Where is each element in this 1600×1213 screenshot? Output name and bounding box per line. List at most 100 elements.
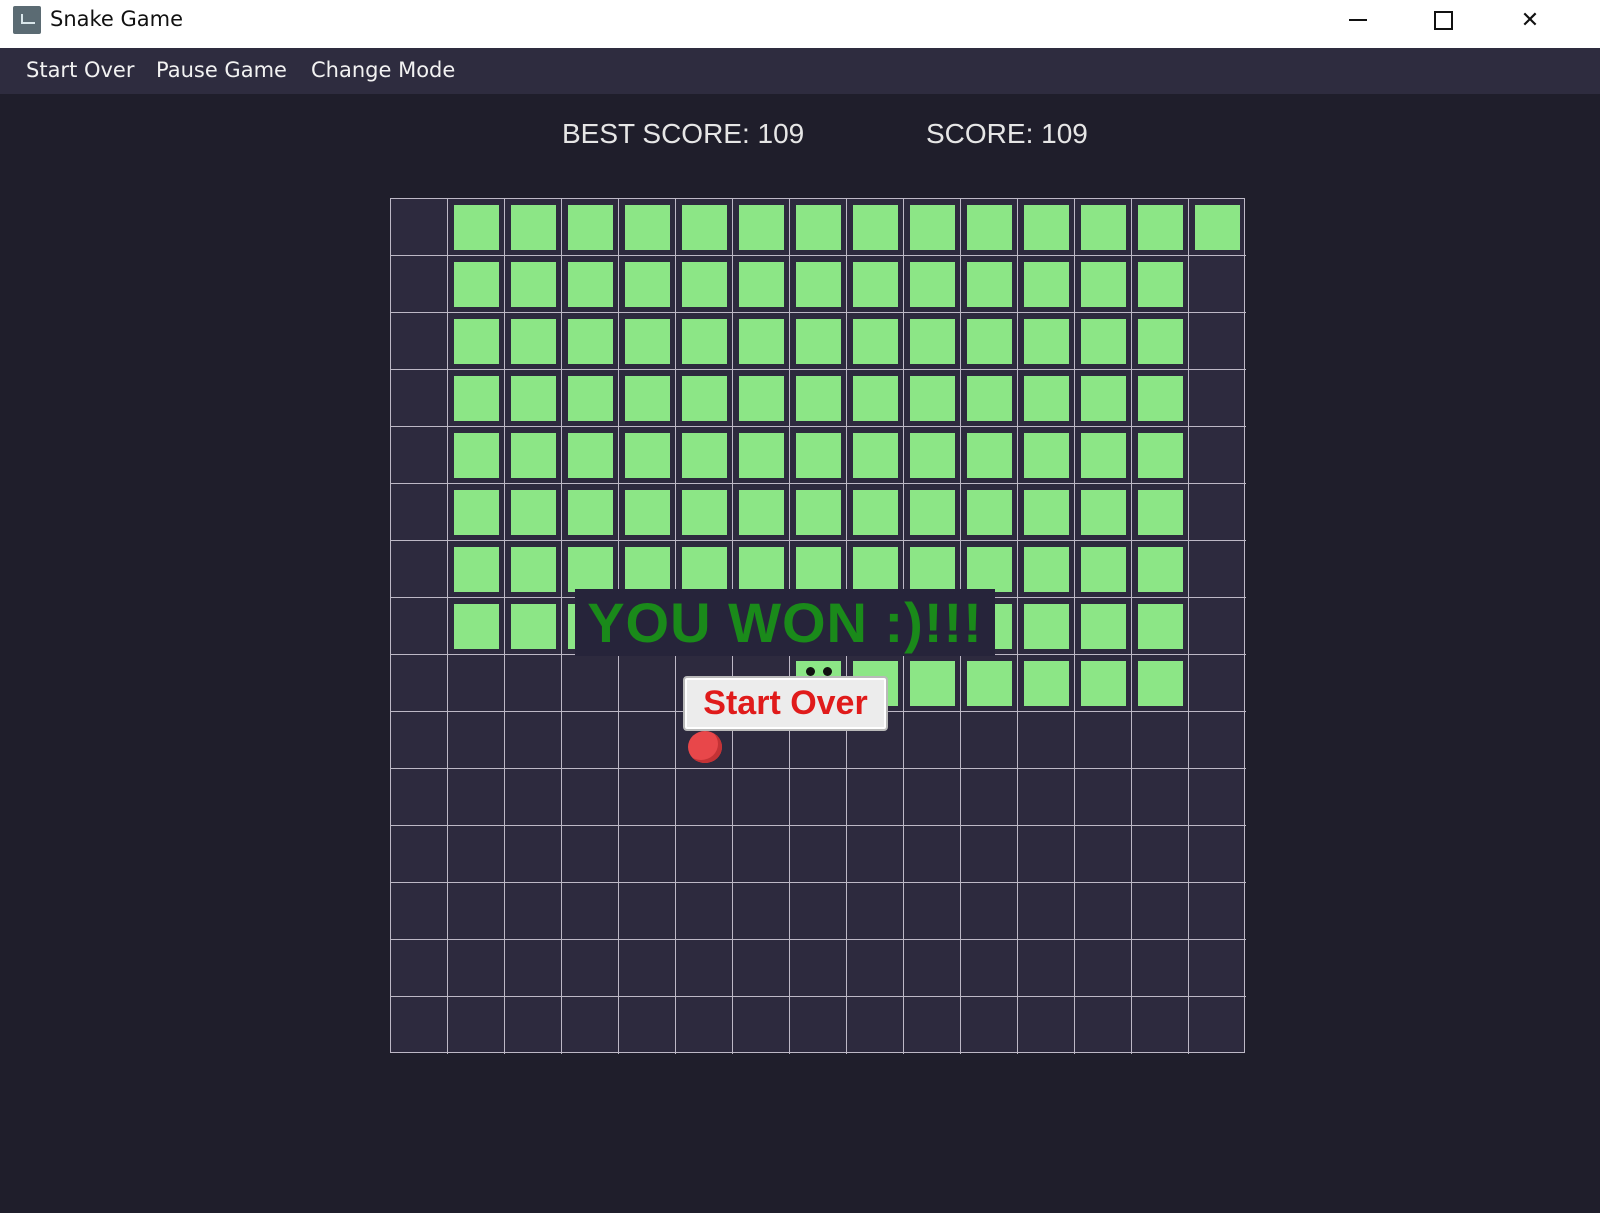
board-cell (733, 997, 790, 1054)
board-cell (904, 826, 961, 883)
board-cell (448, 484, 505, 541)
board-cell (961, 370, 1018, 427)
snake-segment (796, 376, 841, 421)
board-cell (448, 199, 505, 256)
board-cell (961, 712, 1018, 769)
snake-segment (796, 205, 841, 250)
board-cell (1018, 541, 1075, 598)
snake-segment (853, 262, 898, 307)
board-cell (961, 313, 1018, 370)
board-cell (619, 883, 676, 940)
snake-segment (568, 319, 613, 364)
board-cell (562, 826, 619, 883)
board-cell (1018, 199, 1075, 256)
board-cell (448, 370, 505, 427)
board-cell (448, 883, 505, 940)
board-cell (1132, 712, 1189, 769)
snake-segment (568, 205, 613, 250)
board-cell (1132, 370, 1189, 427)
snake-segment (910, 433, 955, 478)
board-cell (733, 256, 790, 313)
snake-segment (511, 490, 556, 535)
snake-segment (682, 490, 727, 535)
board-cell (391, 883, 448, 940)
menu-change-mode[interactable]: Change Mode (311, 58, 455, 82)
board-cell (1132, 256, 1189, 313)
board-cell (1189, 940, 1246, 997)
menu-pause-game[interactable]: Pause Game (156, 58, 287, 82)
snake-segment (910, 490, 955, 535)
board-cell (847, 370, 904, 427)
board-cell (448, 256, 505, 313)
snake-segment (739, 262, 784, 307)
board-cell (790, 997, 847, 1054)
snake-segment (910, 661, 955, 706)
snake-segment (1024, 547, 1069, 592)
board-cell (1018, 826, 1075, 883)
board-cell (391, 598, 448, 655)
board-cell (961, 940, 1018, 997)
snake-segment (511, 376, 556, 421)
snake-segment (682, 319, 727, 364)
board-cell (505, 541, 562, 598)
board-cell (448, 427, 505, 484)
maximize-icon (1433, 10, 1453, 30)
snake-segment (853, 376, 898, 421)
snake-segment (454, 433, 499, 478)
board-cell (1075, 712, 1132, 769)
board-cell (847, 484, 904, 541)
board-cell (391, 484, 448, 541)
snake-segment (1138, 319, 1183, 364)
start-over-button[interactable]: Start Over (683, 676, 888, 731)
board-cell (961, 826, 1018, 883)
board-cell (1075, 769, 1132, 826)
snake-segment (967, 319, 1012, 364)
snake-segment (682, 376, 727, 421)
board-cell (904, 712, 961, 769)
board-cell (1132, 997, 1189, 1054)
snake-segment (625, 205, 670, 250)
board-cell (961, 199, 1018, 256)
snake-segment (853, 205, 898, 250)
title-bar: Snake Game ✕ (0, 0, 1600, 48)
board-cell (1075, 199, 1132, 256)
snake-segment (625, 547, 670, 592)
board-cell (505, 940, 562, 997)
board-cell (676, 427, 733, 484)
board-cell (733, 199, 790, 256)
snake-segment (1138, 262, 1183, 307)
board-cell (505, 655, 562, 712)
minimize-button[interactable] (1328, 0, 1388, 40)
board-cell (847, 769, 904, 826)
board-cell (676, 997, 733, 1054)
menu-bar: Start Over Pause Game Change Mode (0, 48, 1600, 94)
board-cell (562, 484, 619, 541)
board-cell (733, 484, 790, 541)
snake-segment (739, 319, 784, 364)
menu-start-over[interactable]: Start Over (26, 58, 135, 82)
snake-segment (1138, 490, 1183, 535)
board-cell (391, 826, 448, 883)
board-cell (1132, 769, 1189, 826)
snake-segment (682, 547, 727, 592)
board-cell (562, 769, 619, 826)
maximize-button[interactable] (1413, 0, 1473, 40)
board-cell (1189, 655, 1246, 712)
board-cell (1018, 598, 1075, 655)
board-cell (562, 256, 619, 313)
close-button[interactable]: ✕ (1500, 0, 1560, 40)
snake-segment (682, 262, 727, 307)
board-cell (676, 940, 733, 997)
board-cell (505, 370, 562, 427)
board-cell (904, 313, 961, 370)
board-cell (1018, 313, 1075, 370)
board-cell (619, 997, 676, 1054)
snake-segment (511, 319, 556, 364)
board-cell (1132, 826, 1189, 883)
snake-segment (625, 376, 670, 421)
snake-segment (796, 490, 841, 535)
board-cell (790, 484, 847, 541)
board-cell (619, 427, 676, 484)
snake-segment (1024, 262, 1069, 307)
board-cell (961, 883, 1018, 940)
